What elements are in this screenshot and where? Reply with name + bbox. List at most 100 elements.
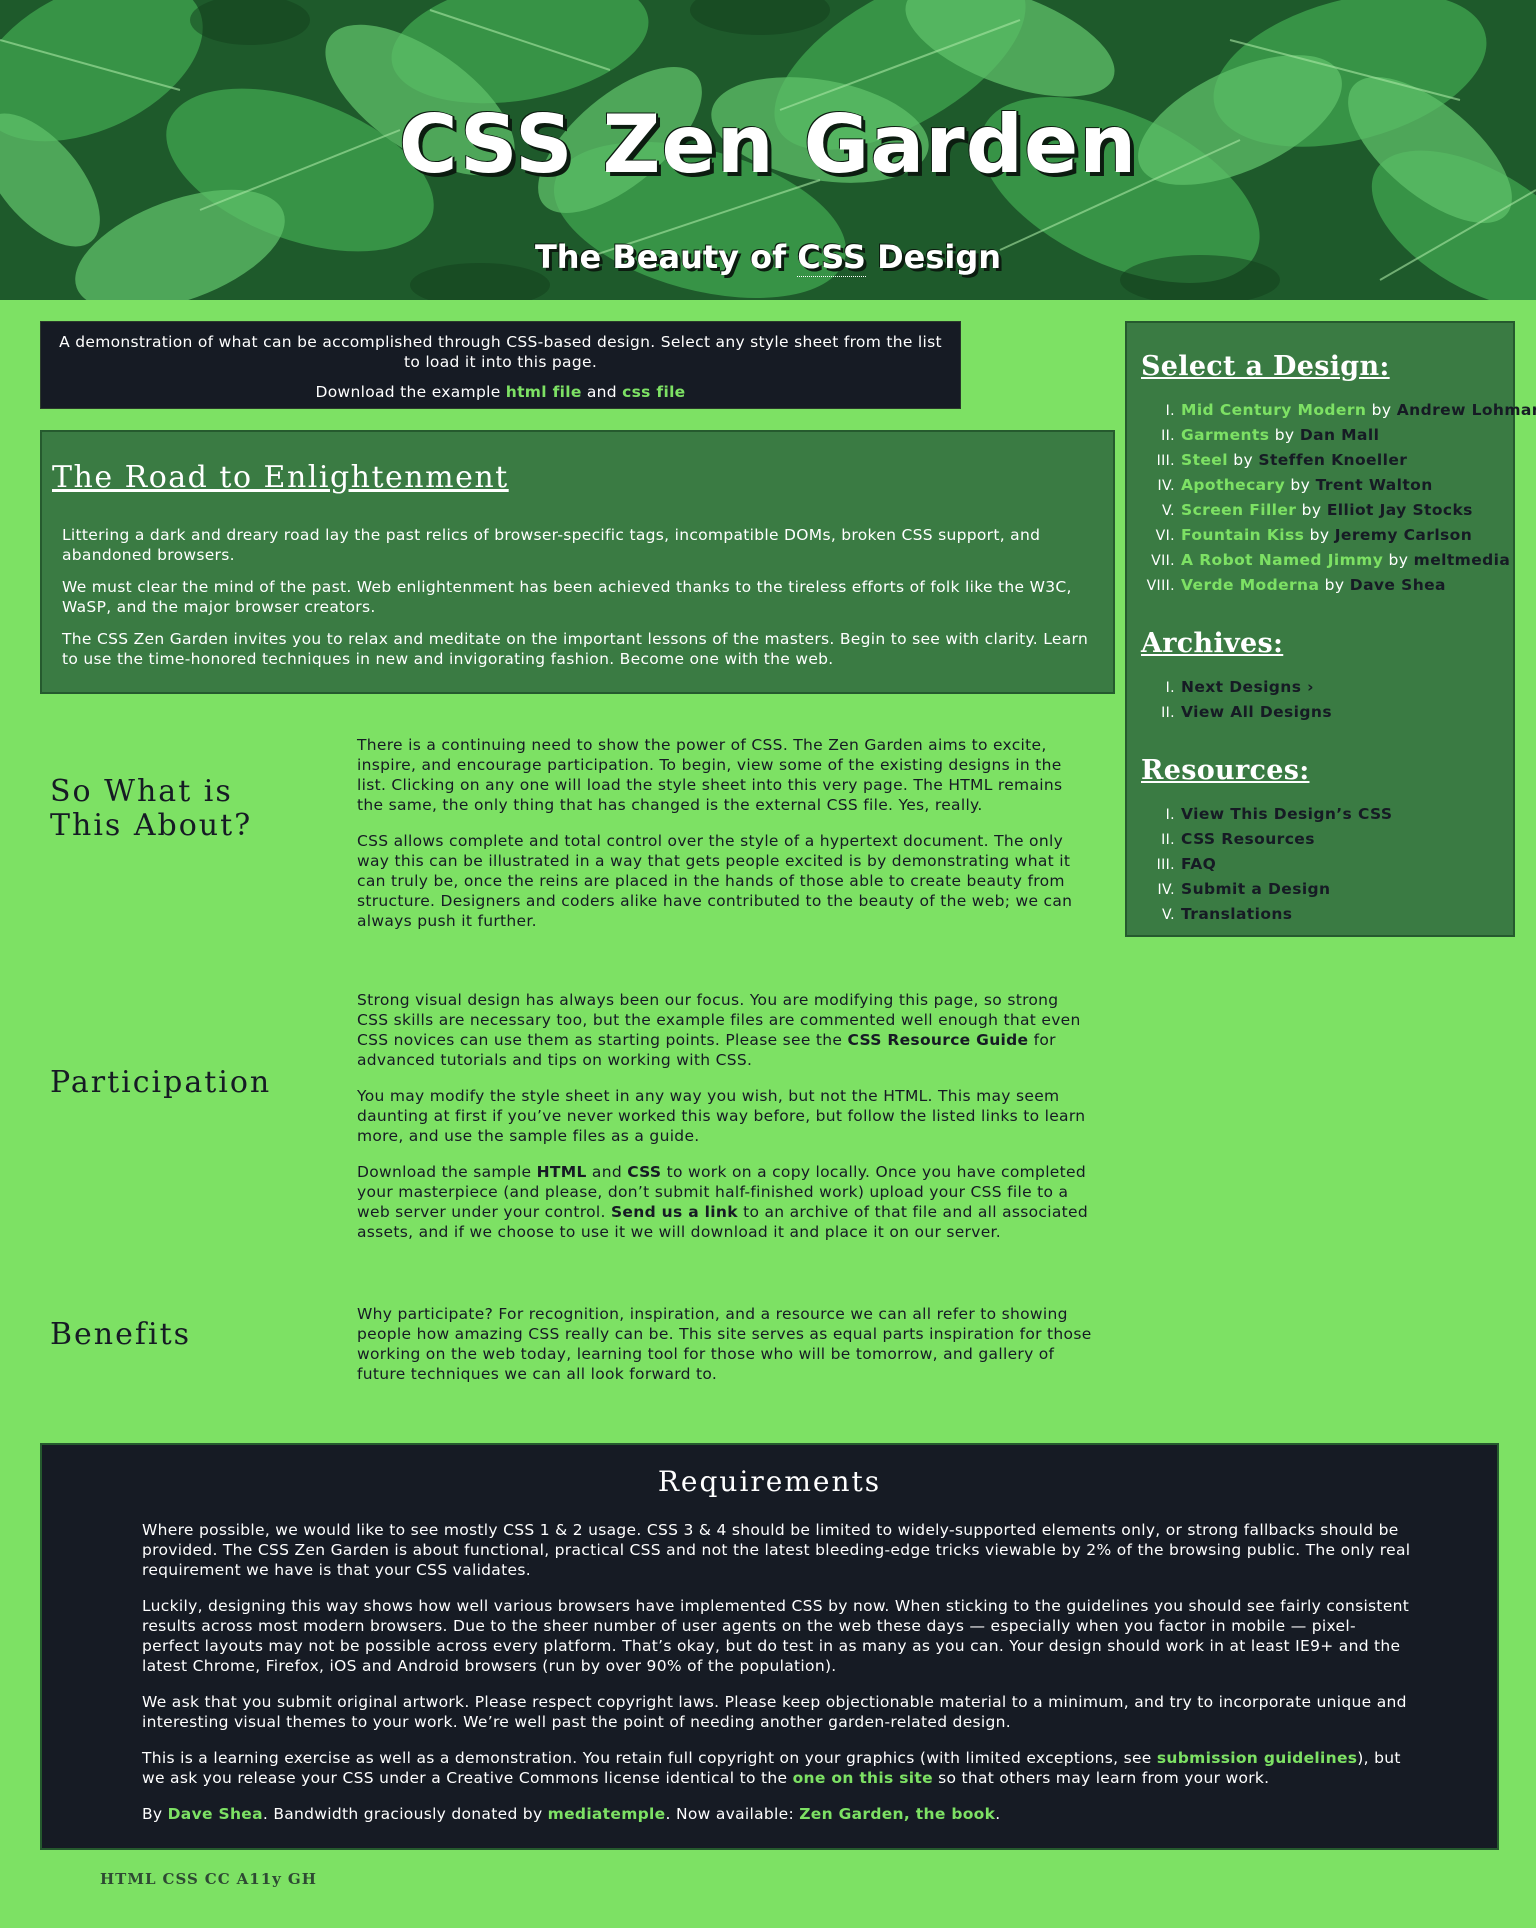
list-number: VIII. <box>1146 578 1175 594</box>
zen-garden-book-link[interactable]: Zen Garden, the book <box>799 1805 995 1823</box>
site-subtitle: The Beauty of CSS Design <box>0 238 1536 277</box>
participation-paragraph-2: You may modify the style sheet in any wa… <box>357 1087 1086 1145</box>
designer-name-link[interactable]: meltmedia <box>1414 551 1511 569</box>
design-list-item: III. Steel by Steffen Knoeller <box>1141 448 1513 473</box>
select-design-title: Select a Design: <box>1141 351 1390 382</box>
designer-name-link[interactable]: Andrew Lohman <box>1397 401 1536 419</box>
req-p5-text-a: By <box>142 1805 168 1823</box>
benefits-body: Why participate? For recognition, inspir… <box>357 1304 1092 1400</box>
designer-name-link[interactable]: Jeremy Carlson <box>1335 526 1472 544</box>
requirements-paragraph-2: Luckily, designing this way shows how we… <box>142 1597 1410 1675</box>
resource-list-item: II. CSS Resources <box>1141 827 1513 852</box>
design-list-item: VI. Fountain Kiss by Jeremy Carlson <box>1141 523 1513 548</box>
designer-name-link[interactable]: Trent Walton <box>1316 476 1433 494</box>
intro-summary: A demonstration of what can be accomplis… <box>40 321 961 409</box>
archive-link[interactable]: Next Designs › <box>1181 678 1314 696</box>
list-number: VI. <box>1155 528 1175 544</box>
footer-link-a11y[interactable]: A11y <box>237 1870 282 1888</box>
footer-link-gh[interactable]: GH <box>288 1870 317 1888</box>
archives-list: I. Next Designs › II. View All Designs <box>1141 675 1513 725</box>
design-list-item: II. Garments by Dan Mall <box>1141 423 1513 448</box>
design-by-label: by <box>1290 476 1311 494</box>
license-link[interactable]: one on this site <box>793 1769 933 1787</box>
css-file-link[interactable]: css file <box>622 383 685 401</box>
archive-link[interactable]: View All Designs <box>1181 703 1332 721</box>
list-number: II. <box>1161 428 1175 444</box>
resource-link[interactable]: FAQ <box>1181 855 1216 873</box>
design-by-label: by <box>1233 451 1254 469</box>
intro-download: Download the example html file and css f… <box>55 382 946 402</box>
download-and: and <box>581 383 623 401</box>
preamble-section: The Road to Enlightenment Littering a da… <box>40 430 1115 694</box>
design-list: I. Mid Century Modern by Andrew Lohman II.… <box>1141 398 1536 598</box>
list-number: II. <box>1161 832 1175 848</box>
design-by-label: by <box>1388 551 1409 569</box>
requirements-paragraph-4: This is a learning exercise as well as a… <box>142 1748 1412 1788</box>
requirements-title: Requirements <box>657 1465 882 1498</box>
participation-p3-and: and <box>586 1163 628 1181</box>
site-title: CSS Zen Garden <box>398 98 1138 191</box>
preamble-paragraph-1: Littering a dark and dreary road lay the… <box>62 526 1041 564</box>
design-list-item: VIII. Verde Moderna by Dave Shea <box>1141 573 1513 598</box>
send-us-a-link[interactable]: Send us a link <box>611 1203 738 1221</box>
submission-guidelines-link[interactable]: submission guidelines <box>1157 1749 1357 1767</box>
design-name-link[interactable]: Screen Filler <box>1181 501 1296 519</box>
resources-title: Resources: <box>1141 755 1310 786</box>
list-number: VII. <box>1151 553 1175 569</box>
requirements-paragraph-3: We ask that you submit original artwork.… <box>142 1693 1407 1731</box>
design-name-link[interactable]: Garments <box>1181 426 1269 444</box>
list-number: III. <box>1156 453 1175 469</box>
req-p5-text-b: . Bandwidth graciously donated by <box>262 1805 548 1823</box>
requirements-paragraph-1: Where possible, we would like to see mos… <box>142 1521 1411 1579</box>
footer-link-css[interactable]: CSS <box>163 1870 199 1888</box>
req-p4-text-c: so that others may learn from your work. <box>932 1769 1270 1787</box>
designer-name-link[interactable]: Elliot Jay Stocks <box>1327 501 1473 519</box>
css-resource-guide-link[interactable]: CSS Resource Guide <box>848 1031 1029 1049</box>
design-by-label: by <box>1371 401 1392 419</box>
design-name-link[interactable]: Apothecary <box>1181 476 1285 494</box>
req-p4-text-a: This is a learning exercise as well as a… <box>142 1749 1157 1767</box>
mediatemple-link[interactable]: mediatemple <box>548 1805 666 1823</box>
dave-shea-link[interactable]: Dave Shea <box>168 1805 263 1823</box>
list-number: I. <box>1165 403 1175 419</box>
resource-list-item: IV. Submit a Design <box>1141 877 1513 902</box>
design-list-item: IV. Apothecary by Trent Walton <box>1141 473 1513 498</box>
design-name-link[interactable]: Mid Century Modern <box>1181 401 1366 419</box>
list-number: II. <box>1161 705 1175 721</box>
explanation-title: So What is This About? <box>50 774 253 843</box>
participation-title: Participation <box>50 1065 272 1100</box>
design-name-link[interactable]: Fountain Kiss <box>1181 526 1304 544</box>
resource-link[interactable]: CSS Resources <box>1181 830 1315 848</box>
footer-links: HTML CSS CC A11y GH <box>100 1870 323 1888</box>
req-p5-text-c: . Now available: <box>665 1805 800 1823</box>
participation-body: Strong visual design has always been our… <box>357 990 1092 1258</box>
subtitle-suffix: Design <box>865 238 1002 276</box>
design-name-link[interactable]: A Robot Named Jimmy <box>1181 551 1383 569</box>
explanation-paragraph-2: CSS allows complete and total control ov… <box>357 832 1073 930</box>
design-name-link[interactable]: Steel <box>1181 451 1228 469</box>
preamble-paragraph-3: The CSS Zen Garden invites you to relax … <box>62 630 1089 668</box>
designer-name-link[interactable]: Steffen Knoeller <box>1258 451 1407 469</box>
header-banner: CSS Zen Garden The Beauty of CSS Design <box>0 0 1536 300</box>
design-by-label: by <box>1309 526 1330 544</box>
footer-link-cc[interactable]: CC <box>205 1870 231 1888</box>
footer-link-html[interactable]: HTML <box>100 1870 157 1888</box>
archive-list-item: I. Next Designs › <box>1141 675 1513 700</box>
designer-name-link[interactable]: Dave Shea <box>1350 576 1446 594</box>
sample-css-link[interactable]: CSS <box>627 1163 661 1181</box>
resource-link[interactable]: View This Design’s CSS <box>1181 805 1392 823</box>
designer-name-link[interactable]: Dan Mall <box>1300 426 1379 444</box>
design-by-label: by <box>1274 426 1295 444</box>
resource-list-item: V. Translations <box>1141 902 1513 927</box>
design-name-link[interactable]: Verde Moderna <box>1181 576 1319 594</box>
list-number: IV. <box>1157 882 1175 898</box>
resource-link[interactable]: Translations <box>1181 905 1292 923</box>
design-list-item: I. Mid Century Modern by Andrew Lohman <box>1141 398 1536 423</box>
html-file-link[interactable]: html file <box>506 383 582 401</box>
explanation-paragraph-1: There is a continuing need to show the p… <box>357 736 1063 814</box>
requirements-paragraph-5: By Dave Shea. Bandwidth graciously donat… <box>142 1804 1412 1824</box>
resource-link[interactable]: Submit a Design <box>1181 880 1330 898</box>
intro-text: A demonstration of what can be accomplis… <box>59 333 942 371</box>
sample-html-link[interactable]: HTML <box>537 1163 587 1181</box>
list-number: V. <box>1161 503 1175 519</box>
